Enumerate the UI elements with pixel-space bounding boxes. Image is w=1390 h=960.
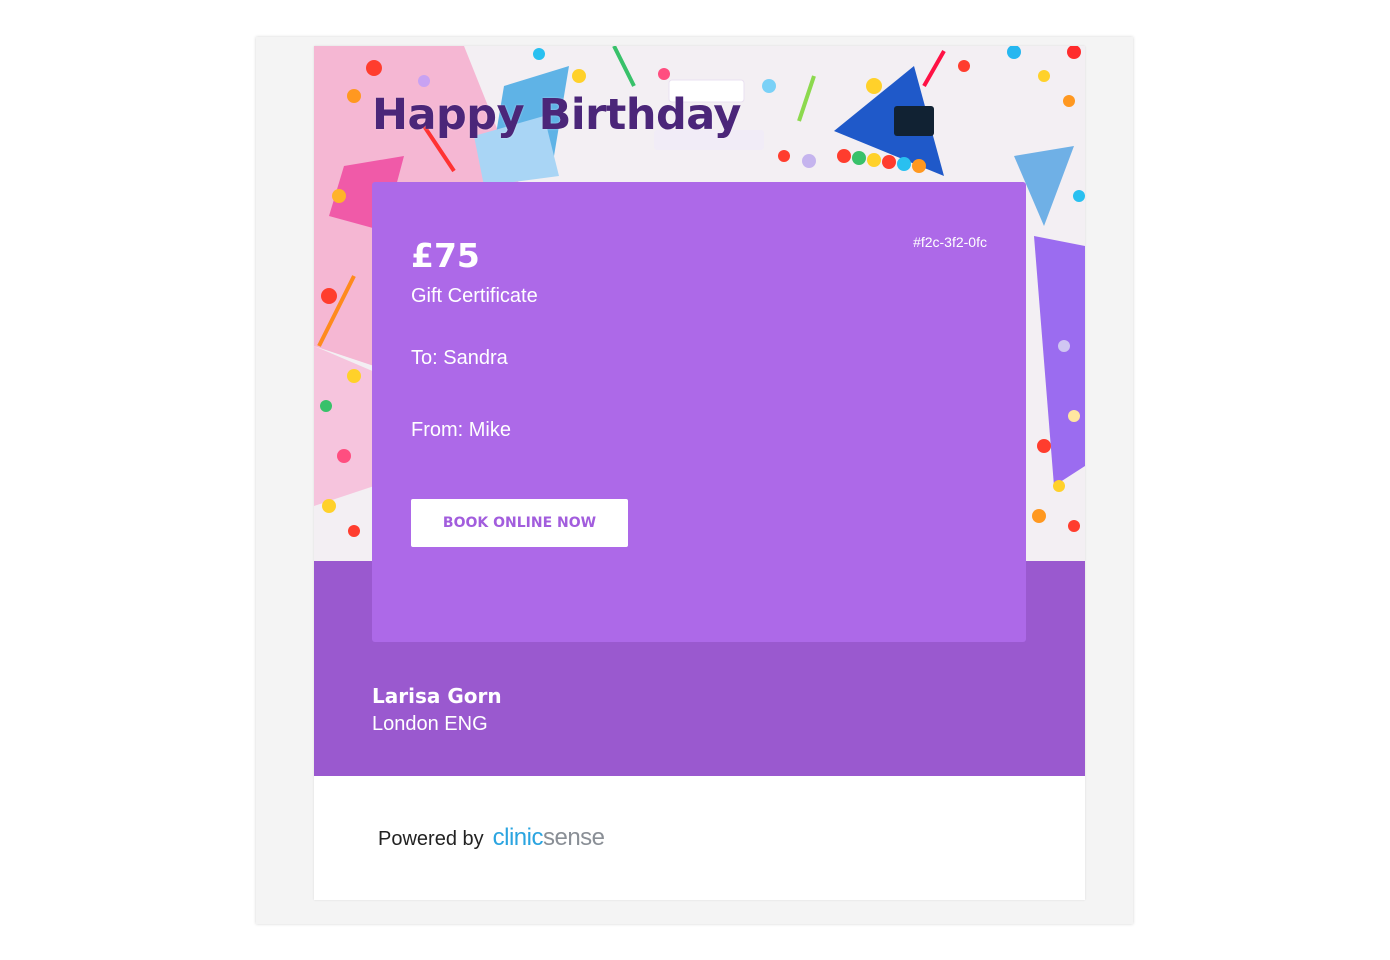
email-footer: Powered by clinicsense bbox=[314, 776, 1085, 900]
brand-part-sense: sense bbox=[542, 824, 605, 851]
brand-part-clinic: clinic bbox=[492, 824, 544, 851]
email-frame: Happy Birthday £75 #f2c-3f2-0fc Gift Cer… bbox=[256, 37, 1133, 924]
book-online-button[interactable]: BOOK ONLINE NOW bbox=[411, 499, 628, 547]
clinicsense-logo[interactable]: clinicsense bbox=[493, 824, 605, 852]
sender-line: From: Mike bbox=[411, 419, 511, 441]
clinic-name: Larisa Gorn bbox=[372, 684, 502, 708]
certificate-label: Gift Certificate bbox=[411, 285, 538, 307]
gift-certificate-card: £75 #f2c-3f2-0fc Gift Certificate To: Sa… bbox=[372, 182, 1026, 642]
gift-certificate-email: Happy Birthday £75 #f2c-3f2-0fc Gift Cer… bbox=[314, 46, 1085, 900]
happy-birthday-title: Happy Birthday bbox=[372, 90, 741, 140]
certificate-amount: £75 bbox=[411, 236, 480, 275]
clinic-location: London ENG bbox=[372, 713, 488, 735]
powered-by: Powered by clinicsense bbox=[378, 824, 605, 852]
recipient-line: To: Sandra bbox=[411, 347, 508, 369]
certificate-code: #f2c-3f2-0fc bbox=[913, 234, 987, 250]
powered-by-label: Powered by bbox=[378, 828, 484, 850]
